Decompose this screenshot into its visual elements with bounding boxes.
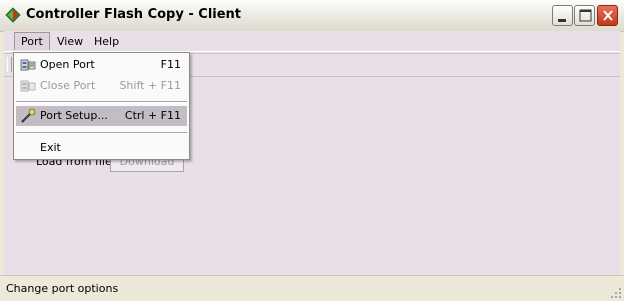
- status-text: Change port options: [6, 282, 119, 295]
- maximize-button[interactable]: [574, 5, 595, 26]
- app-icon: [5, 7, 21, 23]
- menu-bar: Port View Help: [4, 31, 620, 52]
- toolbar-grip[interactable]: [7, 57, 12, 72]
- open-port-icon: [20, 59, 36, 71]
- port-setup-icon: [21, 108, 36, 123]
- open-port-label: Open Port: [40, 58, 95, 71]
- minimize-button[interactable]: [552, 5, 573, 26]
- application-window: Controller Flash Copy - Client Port View…: [0, 0, 624, 301]
- close-button[interactable]: [597, 5, 618, 26]
- maximize-icon: [579, 9, 592, 22]
- close-icon: [603, 10, 613, 21]
- minimize-icon: [558, 19, 566, 22]
- menu-item-open-port[interactable]: Open Port F11: [16, 55, 187, 75]
- port-setup-label: Port Setup...: [40, 109, 108, 122]
- window-title: Controller Flash Copy - Client: [26, 7, 242, 22]
- menu-separator: [16, 132, 187, 134]
- menu-separator: [16, 101, 187, 103]
- close-port-shortcut: Shift + F11: [119, 79, 181, 92]
- menu-item-port-setup[interactable]: Port Setup... Ctrl + F11: [16, 106, 187, 126]
- close-port-icon: [20, 80, 36, 92]
- open-port-shortcut: F11: [160, 58, 181, 71]
- menu-port[interactable]: Port: [14, 32, 50, 50]
- close-port-label: Close Port: [40, 79, 96, 92]
- port-menu-dropdown: Open Port F11 Close Port Shift + F11 Por…: [13, 52, 190, 160]
- title-bar[interactable]: Controller Flash Copy - Client: [0, 0, 624, 32]
- exit-label: Exit: [40, 141, 61, 154]
- menu-help[interactable]: Help: [88, 33, 125, 50]
- menu-item-exit[interactable]: Exit: [16, 138, 187, 158]
- port-setup-shortcut: Ctrl + F11: [124, 109, 181, 122]
- menu-item-close-port[interactable]: Close Port Shift + F11: [16, 76, 187, 96]
- resize-grip-icon[interactable]: [610, 287, 622, 299]
- menu-view[interactable]: View: [51, 33, 89, 50]
- status-bar: Change port options: [0, 275, 624, 301]
